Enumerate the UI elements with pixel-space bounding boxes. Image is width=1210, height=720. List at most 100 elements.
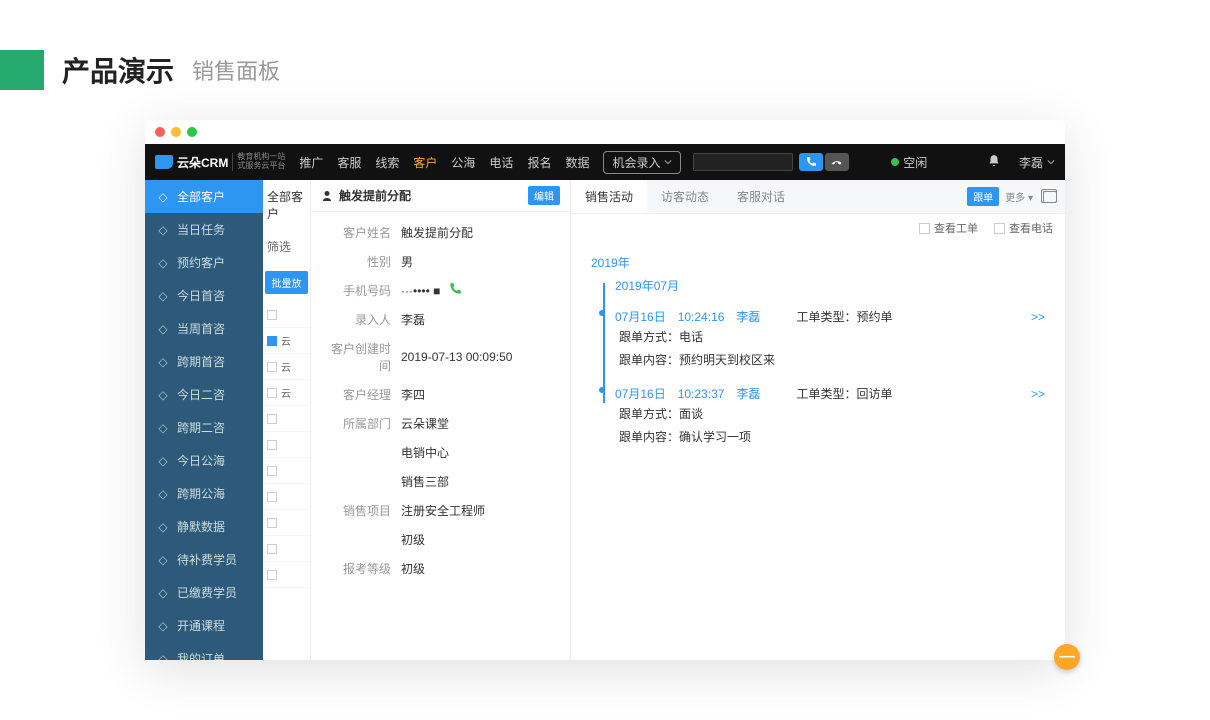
sidebar-item-3[interactable]: ◇今日首咨 <box>145 279 263 312</box>
checkbox[interactable] <box>267 414 277 424</box>
check-icon: ◇ <box>157 224 169 236</box>
checkbox[interactable] <box>267 518 277 528</box>
user-icon: ◇ <box>157 191 169 203</box>
nav-item-4[interactable]: 公海 <box>451 154 475 171</box>
detail-field: 手机号码···•••• ■ <box>321 276 560 305</box>
sea-icon: ◇ <box>157 488 169 500</box>
cloud-icon <box>155 155 173 169</box>
list-row[interactable]: 云 <box>263 380 310 406</box>
sidebar-item-14[interactable]: ◇我的订单 <box>145 642 263 660</box>
nav-item-5[interactable]: 电话 <box>489 154 513 171</box>
expand-entry[interactable]: >> <box>1031 310 1045 324</box>
nav-item-3[interactable]: 客户 <box>413 154 437 171</box>
sidebar-item-8[interactable]: ◇今日公海 <box>145 444 263 477</box>
expand-entry[interactable]: >> <box>1031 387 1045 401</box>
sidebar-item-2[interactable]: ◇预约客户 <box>145 246 263 279</box>
sidebar-item-1[interactable]: ◇当日任务 <box>145 213 263 246</box>
list-row[interactable] <box>263 510 310 536</box>
list-row[interactable] <box>263 536 310 562</box>
timeline-entry: 07月16日10:24:16李磊工单类型：预约单>>跟单方式：电话跟单内容：预约… <box>615 304 1045 381</box>
nav-item-2[interactable]: 线索 <box>375 154 399 171</box>
minimize-dot[interactable] <box>171 127 181 137</box>
sidebar-item-4[interactable]: ◇当周首咨 <box>145 312 263 345</box>
top-nav: 云朵CRM 教育机构一站式服务云平台 推广客服线索客户公海电话报名数据 机会录入… <box>145 144 1065 180</box>
checkbox-icon <box>919 223 930 234</box>
sidebar-item-5[interactable]: ◇跨期首咨 <box>145 345 263 378</box>
detail-field: 客户经理李四 <box>321 380 560 409</box>
accent-block <box>0 50 44 90</box>
search-input[interactable] <box>693 153 793 171</box>
nav-item-1[interactable]: 客服 <box>337 154 361 171</box>
nav-item-7[interactable]: 数据 <box>565 154 589 171</box>
checkbox[interactable] <box>267 440 277 450</box>
sidebar-item-12[interactable]: ◇已缴费学员 <box>145 576 263 609</box>
hangup-button[interactable] <box>825 153 849 171</box>
list-row[interactable] <box>263 458 310 484</box>
nav-item-6[interactable]: 报名 <box>527 154 551 171</box>
sidebar-item-7[interactable]: ◇跨期二咨 <box>145 411 263 444</box>
checkbox[interactable] <box>267 544 277 554</box>
checkbox[interactable] <box>267 336 277 346</box>
list-row[interactable]: 云 <box>263 354 310 380</box>
book-icon: ◇ <box>157 620 169 632</box>
sidebar-item-9[interactable]: ◇跨期公海 <box>145 477 263 510</box>
chat-icon: ◇ <box>157 290 169 302</box>
checkbox[interactable] <box>267 466 277 476</box>
sea-icon: ◇ <box>157 455 169 467</box>
close-dot[interactable] <box>155 127 165 137</box>
phone-down-icon <box>831 156 843 168</box>
notifications-button[interactable] <box>987 154 1001 171</box>
detail-field: 录入人李磊 <box>321 305 560 334</box>
batch-release-button[interactable]: 批量放 <box>265 271 308 294</box>
checkbox[interactable] <box>267 492 277 502</box>
more-button[interactable]: 更多 ▾ <box>1005 189 1033 204</box>
phone-icon[interactable] <box>448 282 462 299</box>
sidebar-item-6[interactable]: ◇今日二咨 <box>145 378 263 411</box>
detail-field: 客户创建时间2019-07-13 00:09:50 <box>321 334 560 380</box>
detail-field: 报考等级初级 <box>321 554 560 583</box>
help-fab[interactable]: — <box>1054 644 1080 670</box>
call-button[interactable] <box>799 153 823 171</box>
chat-icon: ◇ <box>157 323 169 335</box>
checkbox-icon <box>994 223 1005 234</box>
logo[interactable]: 云朵CRM 教育机构一站式服务云平台 <box>155 153 285 171</box>
tab-0[interactable]: 销售活动 <box>571 180 647 213</box>
tab-1[interactable]: 访客动态 <box>647 180 723 213</box>
opportunity-entry-button[interactable]: 机会录入 <box>603 151 681 174</box>
checkbox[interactable] <box>267 570 277 580</box>
nav-item-0[interactable]: 推广 <box>299 154 323 171</box>
list-row[interactable] <box>263 302 310 328</box>
sidebar-item-0[interactable]: ◇全部客户 <box>145 180 263 213</box>
list-row[interactable]: 云 <box>263 328 310 354</box>
list-row[interactable] <box>263 484 310 510</box>
timeline-entry: 07月16日10:23:37李磊工单类型：回访单>>跟单方式：面谈跟单内容：确认… <box>615 381 1045 458</box>
sidebar-item-10[interactable]: ◇静默数据 <box>145 510 263 543</box>
sidebar-item-13[interactable]: ◇开通课程 <box>145 609 263 642</box>
checkbox[interactable] <box>267 362 277 372</box>
checkbox[interactable] <box>267 388 277 398</box>
panel-layout-icon[interactable] <box>1043 191 1057 203</box>
detail-field: 所属部门云朵课堂 <box>321 409 560 438</box>
tab-2[interactable]: 客服对话 <box>723 180 799 213</box>
page-subtitle: 销售面板 <box>192 54 280 86</box>
customer-list: 全部客户 筛选 批量放 云云云 <box>263 180 311 660</box>
filter-checkbox[interactable]: 查看电话 <box>994 220 1053 236</box>
filter-label[interactable]: 筛选 <box>263 230 310 263</box>
edit-button[interactable]: 编辑 <box>528 186 560 205</box>
activity-tabs: 销售活动访客动态客服对话 跟单 更多 ▾ <box>571 180 1065 214</box>
status-dot-icon <box>891 158 899 166</box>
timeline-year: 2019年 <box>591 254 1045 271</box>
list-row[interactable] <box>263 406 310 432</box>
list-header: 全部客户 <box>263 180 310 230</box>
status-indicator[interactable]: 空闲 <box>891 154 927 171</box>
sidebar-item-11[interactable]: ◇待补费学员 <box>145 543 263 576</box>
list-row[interactable] <box>263 562 310 588</box>
page-title: 产品演示 <box>62 50 174 90</box>
window-titlebar <box>145 120 1065 144</box>
filter-checkbox[interactable]: 查看工单 <box>919 220 978 236</box>
maximize-dot[interactable] <box>187 127 197 137</box>
user-menu[interactable]: 李磊 <box>1019 154 1055 171</box>
follow-button[interactable]: 跟单 <box>967 187 999 206</box>
list-row[interactable] <box>263 432 310 458</box>
checkbox[interactable] <box>267 310 277 320</box>
